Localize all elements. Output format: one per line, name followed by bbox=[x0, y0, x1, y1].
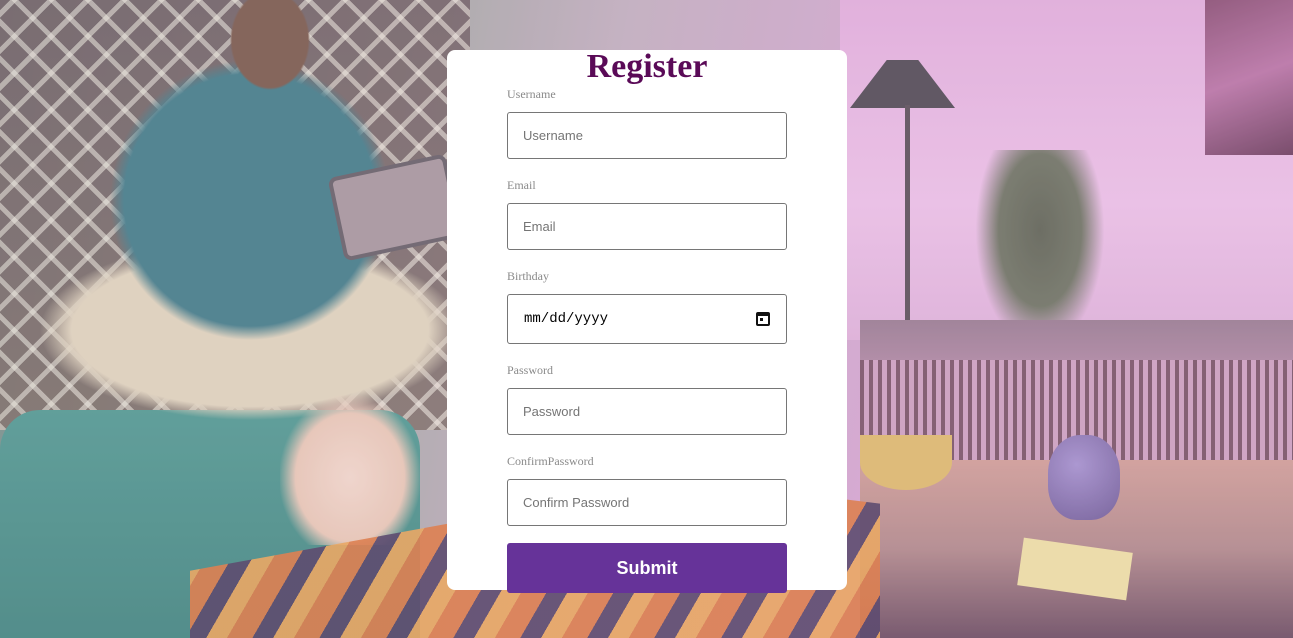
form-fields: Username Email Birthday mm/dd/yyyy Passw… bbox=[507, 85, 787, 593]
password-label: Password bbox=[507, 363, 554, 377]
username-label: Username bbox=[507, 87, 556, 101]
register-form: Register Username Email Birthday mm/dd/y… bbox=[447, 48, 847, 593]
username-input[interactable] bbox=[507, 112, 787, 159]
birthday-label: Birthday bbox=[507, 269, 549, 283]
birthday-value: mm/dd/yyyy bbox=[524, 311, 609, 327]
password-input[interactable] bbox=[507, 388, 787, 435]
email-input[interactable] bbox=[507, 203, 787, 250]
confirm-password-label: ConfirmPassword bbox=[507, 454, 594, 468]
form-title: Register bbox=[586, 48, 708, 85]
email-label: Email bbox=[507, 178, 536, 192]
calendar-icon[interactable] bbox=[756, 312, 770, 326]
confirm-password-input[interactable] bbox=[507, 479, 787, 526]
birthday-input[interactable]: mm/dd/yyyy bbox=[507, 294, 787, 344]
submit-button[interactable]: Submit bbox=[507, 543, 787, 593]
